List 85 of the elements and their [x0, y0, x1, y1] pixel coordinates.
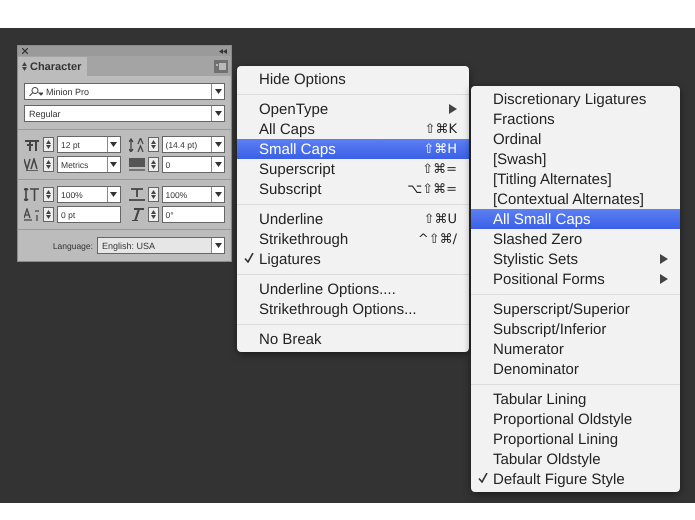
menu-icon	[216, 62, 226, 70]
dropdown-arrow-icon	[214, 192, 222, 197]
panel-tab[interactable]: Character	[18, 57, 88, 76]
menu-item[interactable]: Small Caps ⇧⌘H	[237, 139, 469, 159]
menu-item[interactable]: Stylistic Sets	[471, 249, 680, 269]
tracking-icon	[128, 158, 144, 171]
menu-item[interactable]: Proportional Lining	[471, 429, 680, 449]
dropdown-arrow-icon	[214, 162, 222, 167]
menu-item[interactable]: Subscript ⌥⇧⌘=	[237, 179, 469, 199]
stepper[interactable]	[148, 137, 158, 152]
menu-item[interactable]: All Small Caps	[471, 209, 680, 229]
menu-item[interactable]: Discretionary Ligatures	[471, 89, 680, 109]
horizontal-scale-icon	[128, 188, 144, 201]
checkmark-icon	[478, 472, 488, 482]
menu-item[interactable]: Proportional Oldstyle	[471, 409, 680, 429]
menu-item[interactable]: Superscript ⇧⌘=	[237, 159, 469, 179]
stepper[interactable]	[43, 187, 54, 202]
dropdown-arrow-icon	[214, 111, 222, 116]
stepper-arrows-icon	[46, 140, 51, 149]
dropdown-arrow-icon	[214, 142, 222, 147]
baseline-shift-icon	[24, 208, 40, 221]
menu-item[interactable]: Tabular Lining	[471, 389, 680, 409]
menu-item[interactable]: Hide Options	[237, 69, 469, 89]
stepper-arrows-icon	[150, 190, 156, 199]
stepper[interactable]	[43, 137, 54, 152]
menu-item[interactable]: Underline ⇧⌘U	[237, 209, 469, 229]
menu-item[interactable]: OpenType	[237, 99, 469, 119]
panel-menu-button[interactable]	[214, 60, 228, 72]
menu-item[interactable]: No Break	[237, 329, 469, 349]
stepper-arrows-icon	[150, 160, 156, 169]
close-icon[interactable]	[22, 48, 28, 54]
collapse-icon[interactable]	[219, 48, 227, 54]
menu-item[interactable]: Denominator	[471, 359, 680, 379]
stepper[interactable]	[43, 207, 54, 222]
stepper-arrows-icon	[150, 210, 156, 219]
value-field[interactable]: 0	[162, 156, 225, 173]
kerning-icon	[24, 158, 40, 171]
stepper-arrows-icon	[46, 190, 51, 199]
stepper[interactable]	[148, 157, 158, 172]
value-field[interactable]: 0°	[162, 206, 225, 223]
menu-item[interactable]: Underline Options....	[237, 279, 469, 299]
value-field[interactable]: 100%	[162, 186, 225, 203]
stepper[interactable]	[148, 207, 158, 222]
stepper-arrows-icon	[46, 210, 51, 219]
submenu-arrow-icon	[449, 104, 457, 114]
menu-item[interactable]: Tabular Oldstyle	[471, 449, 680, 469]
dropdown-arrow-icon	[110, 142, 117, 147]
dropdown-arrow-icon	[110, 192, 117, 197]
search-icon	[29, 87, 43, 96]
menu-item[interactable]: Default Figure Style	[471, 469, 680, 489]
checkmark-icon	[244, 252, 254, 262]
dropdown-arrow-icon	[214, 243, 222, 248]
font-size-icon	[24, 138, 40, 151]
stepper-arrows-icon	[46, 160, 51, 169]
menu-item[interactable]: [Swash]	[471, 149, 680, 169]
value-field[interactable]: 0 pt	[57, 206, 120, 223]
menu-item[interactable]: Strikethrough ^⇧⌘/	[237, 229, 469, 249]
menu-item[interactable]: Fractions	[471, 109, 680, 129]
vertical-scale-icon	[24, 188, 40, 201]
menu-item[interactable]: [Contextual Alternates]	[471, 189, 680, 209]
leading-icon	[128, 138, 144, 152]
menu-item[interactable]: Strikethrough Options...	[237, 299, 469, 319]
font-family-field[interactable]: Minion Pro	[24, 83, 225, 100]
stepper[interactable]	[148, 187, 158, 202]
menu-item[interactable]: Ordinal	[471, 129, 680, 149]
language-field[interactable]: English: USA	[97, 237, 225, 254]
menu-item[interactable]: All Caps ⇧⌘K	[237, 119, 469, 139]
dropdown-arrow-icon	[214, 89, 222, 94]
value-field[interactable]: (14.4 pt)	[162, 136, 225, 153]
stepper[interactable]	[43, 157, 54, 172]
menu-item[interactable]: Positional Forms	[471, 269, 680, 289]
menu-item[interactable]: Numerator	[471, 339, 680, 359]
stepper-arrows-icon	[150, 140, 156, 149]
menu-item[interactable]: Superscript/Superior	[471, 299, 680, 319]
font-style-field[interactable]: Regular	[24, 105, 225, 122]
language-label: Language:	[52, 240, 93, 250]
menu-item[interactable]: Subscript/Inferior	[471, 319, 680, 339]
menu-item[interactable]: Ligatures	[237, 249, 469, 269]
value-field[interactable]: Metrics	[57, 156, 120, 173]
dropdown-arrow-icon	[110, 162, 117, 167]
menu-item[interactable]: Slashed Zero	[471, 229, 680, 249]
sort-arrows-icon	[22, 62, 27, 71]
value-field[interactable]: 12 pt	[57, 136, 120, 153]
menu-item[interactable]: [Titling Alternates]	[471, 169, 680, 189]
value-field[interactable]: 100%	[57, 186, 120, 203]
